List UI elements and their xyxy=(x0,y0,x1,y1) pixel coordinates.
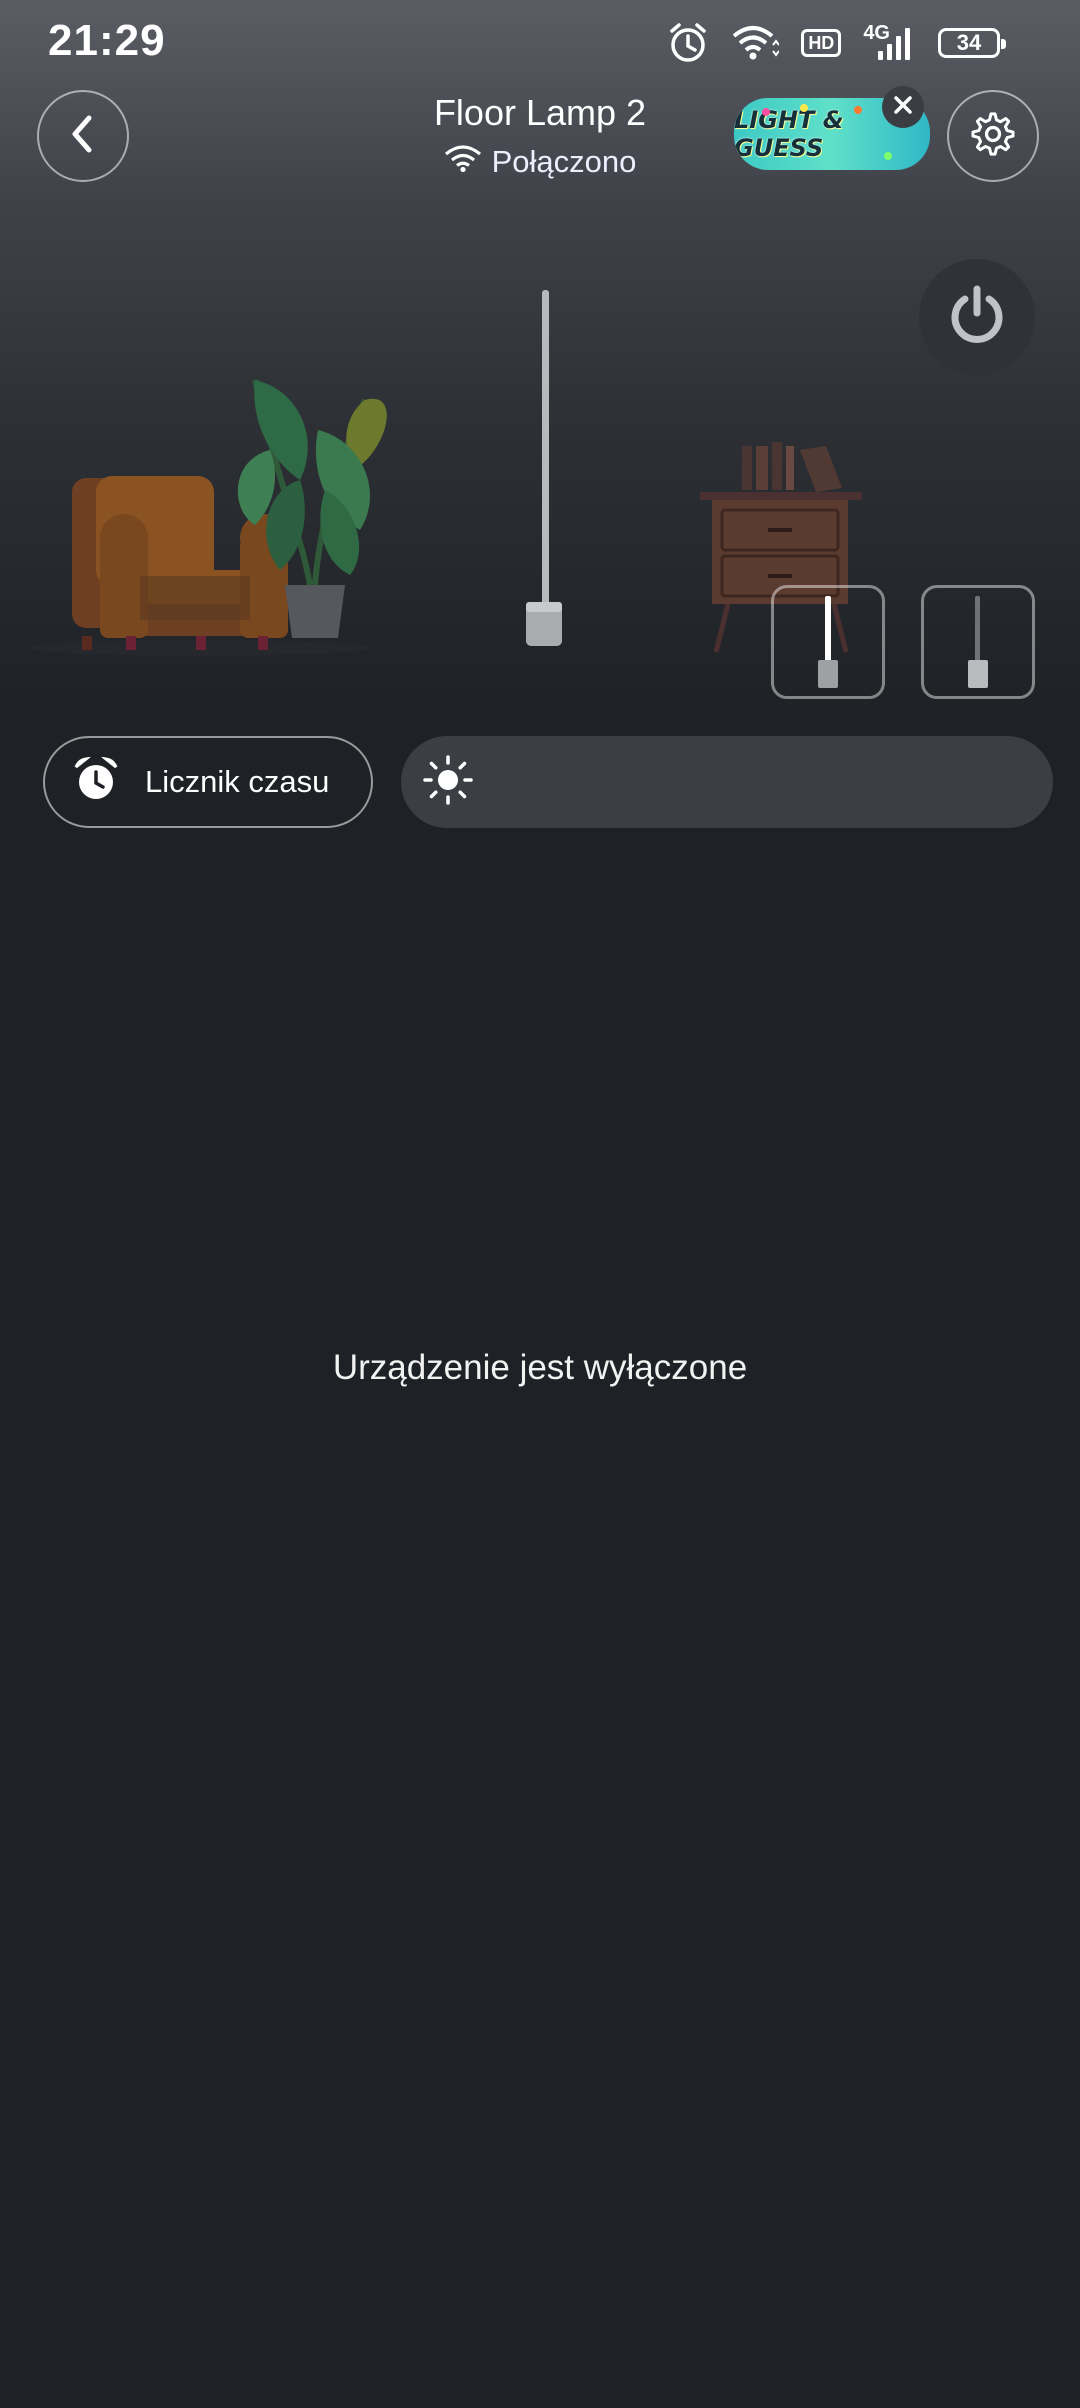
timer-label: Licznik czasu xyxy=(145,764,330,799)
room-scene xyxy=(30,290,862,656)
banner-dot xyxy=(884,152,892,160)
gear-icon xyxy=(969,110,1017,163)
floor-lamp-lit-icon xyxy=(774,596,882,700)
connection-status: Połączono xyxy=(340,144,740,180)
hd-icon: HD xyxy=(801,29,842,57)
device-off-message: Urządzenie jest wyłączone xyxy=(332,1348,748,1387)
timer-button[interactable]: Licznik czasu xyxy=(43,736,373,828)
close-icon xyxy=(893,95,913,120)
sun-icon xyxy=(423,754,473,810)
device-title: Floor Lamp 2 xyxy=(433,92,647,133)
wifi-connected-icon xyxy=(444,144,482,180)
alarm-icon xyxy=(667,22,709,64)
brightness-slider[interactable] xyxy=(401,736,1053,828)
status-bar: 21:29 HD 4G 34 xyxy=(0,0,1080,84)
connection-status-label: Połączono xyxy=(491,144,637,179)
status-icons: HD 4G 34 xyxy=(667,20,1006,66)
lamp-mode-on-tile[interactable] xyxy=(771,585,885,699)
floor-lamp-unlit-icon xyxy=(924,596,1032,700)
banner-dot xyxy=(854,106,862,114)
battery-icon: 34 xyxy=(938,28,1006,58)
settings-button[interactable] xyxy=(947,90,1039,182)
lamp-mode-off-tile[interactable] xyxy=(921,585,1035,699)
alarm-clock-icon xyxy=(73,756,119,808)
wifi-icon xyxy=(731,25,780,61)
chevron-left-icon xyxy=(65,114,101,159)
promo-close-button[interactable] xyxy=(882,86,924,128)
back-button[interactable] xyxy=(37,90,129,182)
banner-dot xyxy=(762,108,770,116)
network-type: 4G xyxy=(863,21,890,44)
status-time: 21:29 xyxy=(48,16,166,65)
banner-dot xyxy=(800,104,808,112)
floor-lamp-illustration xyxy=(526,290,562,646)
signal-icon: 4G xyxy=(863,21,916,61)
